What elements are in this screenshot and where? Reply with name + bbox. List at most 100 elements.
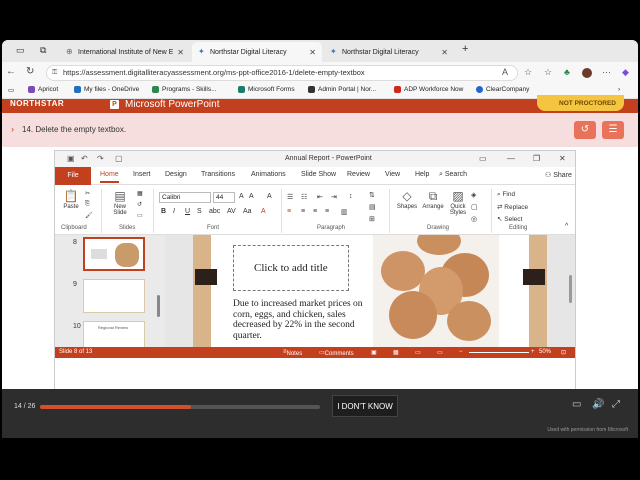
copilot-icon[interactable]: ◆ (622, 67, 629, 78)
bookmark-programs-skills[interactable]: Programs - Skills... (152, 86, 217, 93)
zoom-level[interactable]: 50% (539, 349, 551, 355)
minimize-icon[interactable]: — (507, 154, 515, 163)
align-left-icon[interactable]: ≡ (287, 208, 291, 215)
shape-fill-icon[interactable]: ◈ (471, 191, 476, 199)
bullets-icon[interactable]: ☰ (287, 193, 293, 201)
slide-thumbnail-9[interactable] (83, 279, 145, 313)
copy-icon[interactable]: ⎘ (85, 201, 90, 208)
text-direction-icon[interactable]: ⇅ (369, 191, 375, 199)
slide-sorter-icon[interactable]: ▦ (393, 349, 399, 356)
change-case-icon[interactable]: Aa (243, 208, 252, 215)
new-slide-button[interactable]: ▤ New Slide (107, 189, 133, 216)
share-button[interactable]: ⚇ Share (545, 171, 572, 179)
bookmark-admin-portal[interactable]: Admin Portal | Nor... (308, 86, 376, 93)
ribbon-display-icon[interactable]: ▭ (479, 154, 487, 163)
close-tab-icon[interactable]: ✕ (177, 48, 184, 57)
shape-effects-icon[interactable]: ◎ (471, 215, 477, 223)
search-box[interactable]: ⌕ Search (439, 171, 467, 179)
collapse-ribbon-icon[interactable]: ^ (565, 223, 568, 230)
tab-help[interactable]: Help (415, 171, 429, 178)
tab-transitions[interactable]: Transitions (201, 171, 235, 178)
align-center-icon[interactable]: ≡ (301, 208, 305, 215)
font-color-icon[interactable]: A (261, 208, 266, 215)
close-icon[interactable]: ✕ (559, 154, 566, 163)
replace-button[interactable]: ⇄ Replace (497, 203, 528, 211)
present-icon[interactable]: ▢ (115, 154, 123, 163)
font-size-box[interactable]: 44 (213, 192, 235, 203)
close-tab-icon[interactable]: ✕ (309, 48, 316, 57)
favorite-star-icon[interactable]: ☆ (524, 67, 532, 78)
extension-icon[interactable]: ♣ (564, 67, 570, 77)
reading-view-icon[interactable]: ▭ (415, 349, 421, 356)
find-button[interactable]: ⌕ Find (497, 191, 515, 199)
smartart-icon[interactable]: ⊞ (369, 215, 375, 223)
slide-scrollbar[interactable] (569, 275, 572, 303)
shadow-icon[interactable]: S (197, 208, 202, 215)
task-list-button[interactable]: ☰ (602, 121, 624, 139)
site-info-icon[interactable]: ⚿ (52, 66, 57, 80)
more-options-icon[interactable]: ⋯ (602, 67, 611, 78)
tab-northstar-active[interactable]: ✦ Northstar Digital Literacy ✕ (192, 42, 322, 62)
empty-title-textbox[interactable]: Click to add title (233, 245, 349, 291)
bookmarks-menu-icon[interactable]: ▭ (8, 86, 14, 94)
align-text-icon[interactable]: ▤ (369, 203, 376, 211)
slide-thumbnail-10[interactable]: Regional Review (83, 321, 145, 347)
shrink-font-icon[interactable]: A (249, 193, 254, 200)
cut-icon[interactable]: ✂ (85, 190, 90, 197)
reset-slide-icon[interactable]: ↺ (137, 201, 142, 208)
increase-indent-icon[interactable]: ⇥ (331, 193, 337, 201)
character-spacing-icon[interactable]: AV (227, 208, 236, 215)
clear-formatting-icon[interactable]: A (267, 193, 272, 200)
tab-design[interactable]: Design (165, 171, 187, 178)
notes-button[interactable]: ≡ Notes (283, 349, 302, 357)
arrange-button[interactable]: ⧉ Arrange (421, 189, 445, 210)
paste-button[interactable]: 📋 Paste (59, 189, 83, 210)
tab-view[interactable]: View (385, 171, 400, 178)
select-button[interactable]: ↖ Select (497, 215, 522, 223)
refresh-icon[interactable]: ↻ (26, 66, 34, 77)
tab-actions-icon[interactable]: ⧉ (40, 45, 46, 56)
fit-slide-icon[interactable]: ⊡ (561, 349, 566, 356)
favorites-icon[interactable]: ☆ (544, 67, 552, 78)
strikethrough-icon[interactable]: abc (209, 208, 220, 215)
decrease-indent-icon[interactable]: ⇤ (317, 193, 323, 201)
read-aloud-icon[interactable]: A (502, 67, 508, 77)
sidebar-toggle-icon[interactable]: ▭ (16, 45, 25, 56)
grow-font-icon[interactable]: A (239, 193, 244, 200)
bookmark-microsoft-forms[interactable]: Microsoft Forms (238, 86, 295, 93)
profile-avatar[interactable] (582, 68, 592, 78)
eggs-image[interactable] (373, 235, 499, 347)
bookmark-onedrive[interactable]: My files - OneDrive (74, 86, 139, 93)
zoom-out-icon[interactable]: − (459, 349, 463, 355)
layout-icon[interactable]: ▦ (137, 190, 143, 197)
tab-home[interactable]: Home (100, 171, 119, 183)
normal-view-icon[interactable]: ▣ (371, 349, 377, 356)
bookmark-clearcompany[interactable]: ClearCompany (476, 86, 529, 93)
zoom-in-icon[interactable]: + (531, 349, 535, 355)
justify-icon[interactable]: ≡ (325, 208, 329, 215)
shapes-button[interactable]: ◇ Shapes (395, 189, 419, 210)
back-icon[interactable]: ← (6, 66, 16, 77)
dont-know-button[interactable]: I DON'T KNOW (332, 395, 398, 417)
thumbnails-scrollbar[interactable] (157, 295, 160, 317)
new-tab-icon[interactable]: + (462, 43, 468, 55)
comments-button[interactable]: ▭ Comments (319, 349, 354, 357)
slide-body-text[interactable]: Due to increased market prices on corn, … (233, 299, 363, 341)
tab-animations[interactable]: Animations (251, 171, 286, 178)
format-painter-icon[interactable]: 🖌 (85, 212, 93, 219)
captions-icon[interactable]: ▭ (572, 399, 581, 410)
address-bar[interactable]: ⚿ https://assessment.digitalliteracyasse… (46, 65, 518, 81)
save-icon[interactable]: ▣ (67, 154, 75, 163)
italic-icon[interactable]: I (173, 208, 175, 215)
quick-styles-button[interactable]: ▨ Quick Styles (447, 189, 469, 216)
fullscreen-icon[interactable]: ⤢ (612, 399, 620, 410)
tab-international-institute[interactable]: ⊕ International Institute of New E ✕ (60, 42, 190, 62)
bookmarks-overflow-icon[interactable]: › (618, 86, 620, 93)
slideshow-view-icon[interactable]: ▭ (437, 349, 443, 356)
bold-icon[interactable]: B (161, 208, 166, 215)
undo-icon[interactable]: ↶ (81, 154, 88, 163)
section-icon[interactable]: ▭ (137, 212, 143, 219)
shape-outline-icon[interactable]: ▢ (471, 203, 478, 211)
tab-review[interactable]: Review (347, 171, 370, 178)
tab-insert[interactable]: Insert (133, 171, 151, 178)
